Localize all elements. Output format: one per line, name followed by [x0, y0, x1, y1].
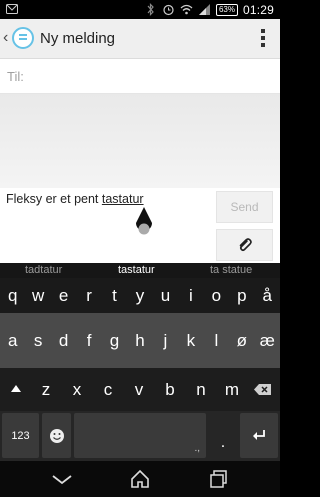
key-v[interactable]: v — [125, 368, 153, 411]
key-l[interactable]: l — [204, 313, 229, 368]
suggestion-left[interactable]: tadtatur — [25, 264, 62, 276]
key-d[interactable]: d — [51, 313, 76, 368]
key-g[interactable]: g — [102, 313, 127, 368]
status-clock: 01:29 — [242, 2, 274, 17]
key-a[interactable]: a — [0, 313, 25, 368]
key-y[interactable]: y — [127, 278, 152, 313]
key-t[interactable]: t — [102, 278, 127, 313]
suggestion-center[interactable]: tastatur — [118, 264, 155, 276]
keyboard-row-1: q w e r t y u i o p å — [0, 278, 280, 313]
suggestion-bar: tadtatur tastatur ta statue — [0, 263, 280, 278]
key-p[interactable]: p — [229, 278, 254, 313]
attach-button[interactable] — [216, 229, 273, 261]
backspace-key[interactable] — [248, 368, 278, 411]
notification-icon — [6, 3, 18, 15]
signal-icon — [198, 3, 211, 16]
keyboard-row-3: z x c v b n m — [0, 368, 280, 411]
smiley-icon — [49, 428, 64, 443]
send-button[interactable]: Send — [216, 191, 273, 223]
bluetooth-icon — [144, 3, 157, 16]
key-k[interactable]: k — [178, 313, 203, 368]
enter-key[interactable] — [240, 413, 278, 458]
key-z[interactable]: z — [32, 368, 60, 411]
action-bar: ‹ Ny melding — [0, 19, 280, 59]
key-h[interactable]: h — [127, 313, 152, 368]
navigation-bar — [0, 461, 280, 497]
suggestion-right[interactable]: ta statue — [210, 264, 252, 276]
home-icon[interactable] — [129, 468, 151, 490]
numbers-key[interactable]: 123 — [2, 413, 39, 458]
key-aring[interactable]: å — [255, 278, 280, 313]
key-m[interactable]: m — [218, 368, 246, 411]
wifi-icon — [180, 3, 193, 16]
overflow-menu-icon[interactable] — [260, 29, 266, 49]
message-underlined-word: tastatur — [101, 192, 144, 206]
keyboard-row-2: a s d f g h j k l ø æ — [0, 313, 280, 368]
key-s[interactable]: s — [25, 313, 50, 368]
key-oslash[interactable]: ø — [229, 313, 254, 368]
paperclip-icon — [239, 238, 252, 252]
alarm-icon — [162, 3, 175, 16]
key-u[interactable]: u — [153, 278, 178, 313]
key-f[interactable]: f — [76, 313, 101, 368]
page-title: Ny melding — [40, 30, 116, 47]
message-text: Fleksy er et pent — [6, 192, 102, 206]
keyboard-row-4: 123 ., . — [0, 411, 280, 461]
back-chevron-icon[interactable]: ‹ — [3, 29, 8, 47]
enter-icon — [253, 429, 265, 440]
key-r[interactable]: r — [76, 278, 101, 313]
recipient-field[interactable]: Til: — [0, 59, 280, 94]
key-e[interactable]: e — [51, 278, 76, 313]
key-n[interactable]: n — [187, 368, 215, 411]
key-b[interactable]: b — [156, 368, 184, 411]
recent-apps-icon[interactable] — [208, 468, 230, 490]
key-i[interactable]: i — [178, 278, 203, 313]
shift-icon — [11, 384, 21, 392]
message-input[interactable]: Fleksy er et pent tastatur — [6, 192, 144, 206]
recipient-placeholder: Til: — [7, 69, 24, 84]
key-c[interactable]: c — [94, 368, 122, 411]
backspace-icon — [254, 384, 271, 395]
key-q[interactable]: q — [0, 278, 25, 313]
back-icon[interactable] — [51, 468, 73, 490]
key-o[interactable]: o — [204, 278, 229, 313]
conversation-area — [0, 94, 280, 188]
key-x[interactable]: x — [63, 368, 91, 411]
key-ae[interactable]: æ — [255, 313, 280, 368]
text-cursor-handle[interactable] — [132, 205, 156, 241]
messaging-app-icon[interactable] — [12, 27, 34, 49]
space-key[interactable]: ., — [74, 413, 206, 458]
key-w[interactable]: w — [25, 278, 50, 313]
status-bar: 63% 01:29 — [0, 0, 280, 19]
battery-indicator: 63% — [215, 3, 238, 16]
key-j[interactable]: j — [153, 313, 178, 368]
shift-key[interactable] — [2, 368, 30, 411]
period-key[interactable]: . — [209, 413, 237, 458]
emoji-key[interactable] — [42, 413, 71, 458]
